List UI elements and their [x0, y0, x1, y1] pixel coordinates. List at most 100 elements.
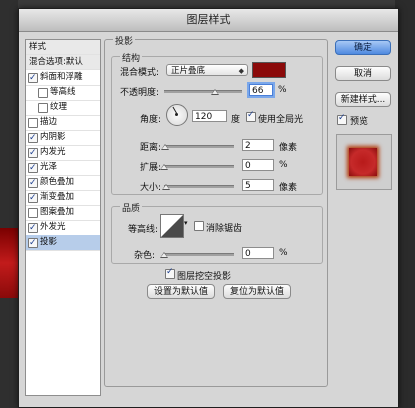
opacity-unit: %	[278, 85, 287, 95]
distance-label: 距离:	[140, 143, 162, 153]
sidebar-item[interactable]: 颜色叠加	[26, 175, 100, 191]
sidebar-item-checkbox[interactable]	[28, 236, 38, 250]
sidebar-item-checkbox[interactable]	[28, 176, 38, 190]
size-input[interactable]: 5	[242, 179, 274, 191]
set-default-button[interactable]: 设置为默认值	[147, 284, 215, 299]
ok-button[interactable]: 确定	[335, 40, 391, 55]
sidebar-item-checkbox[interactable]	[28, 146, 38, 160]
noise-input[interactable]: 0	[242, 247, 274, 259]
sidebar-item-label: 图案叠加	[40, 207, 75, 217]
shadow-color-swatch[interactable]	[252, 62, 286, 78]
sidebar-item[interactable]: 投影	[26, 235, 100, 251]
angle-input[interactable]: 120	[192, 110, 227, 122]
contour-label: 等高线:	[128, 225, 159, 235]
preview-checkbox[interactable]	[337, 113, 347, 125]
style-list: 样式混合选项:默认斜面和浮雕等高线纹理描边内阴影内发光光泽颜色叠加渐变叠加图案叠…	[25, 39, 101, 396]
sidebar-item-label: 光泽	[40, 162, 58, 172]
sidebar-item[interactable]: 样式	[26, 40, 100, 55]
sidebar-item[interactable]: 内阴影	[26, 130, 100, 146]
spread-slider-track[interactable]	[164, 165, 234, 168]
distance-input[interactable]: 2	[242, 139, 274, 151]
spread-input[interactable]: 0	[242, 159, 274, 171]
noise-slider-track[interactable]	[164, 253, 234, 256]
sidebar-item[interactable]: 纹理	[26, 100, 100, 116]
sidebar-item-label: 内阴影	[40, 132, 66, 142]
sidebar-item-checkbox[interactable]	[28, 118, 38, 128]
size-slider-thumb[interactable]	[162, 184, 171, 190]
sidebar-item-label: 渐变叠加	[40, 192, 75, 202]
reset-default-button[interactable]: 复位为默认值	[223, 284, 291, 299]
sidebar-item[interactable]: 光泽	[26, 160, 100, 176]
background-canvas-swatch	[0, 228, 18, 298]
sidebar-item-checkbox[interactable]	[38, 103, 48, 113]
new-style-button[interactable]: 新建样式...	[335, 92, 391, 107]
updown-arrow-icon: ◆	[238, 67, 244, 75]
spread-unit: %	[279, 160, 288, 170]
opacity-slider-thumb[interactable]	[211, 89, 220, 95]
knockout-checkbox[interactable]	[165, 267, 175, 279]
angle-dial-center	[175, 113, 178, 116]
sidebar-item[interactable]: 斜面和浮雕	[26, 70, 100, 86]
sidebar-item-label: 外发光	[40, 222, 66, 232]
structure-title: 结构	[120, 51, 143, 64]
opacity-slider-track[interactable]	[164, 90, 242, 93]
drop-shadow-panel: 投影 结构 混合模式: 正片叠底 ◆ 不透明度: 66 % 角度: 120 度 …	[104, 34, 328, 387]
quality-title: 品质	[120, 201, 143, 214]
angle-unit: 度	[231, 115, 241, 125]
opacity-label: 不透明度:	[120, 88, 160, 98]
contour-dropdown-icon[interactable]: ▾	[184, 219, 188, 227]
sidebar-item-checkbox[interactable]	[28, 131, 38, 145]
sidebar-item-checkbox[interactable]	[28, 71, 38, 85]
sidebar-item[interactable]: 等高线	[26, 85, 100, 101]
sidebar-item[interactable]: 图案叠加	[26, 205, 100, 221]
blend-mode-value: 正片叠底	[171, 66, 206, 76]
cancel-button[interactable]: 取消	[335, 66, 391, 81]
sidebar-item-checkbox[interactable]	[28, 161, 38, 175]
sidebar-item-checkbox[interactable]	[28, 191, 38, 205]
spread-label: 扩展:	[140, 163, 162, 173]
distance-slider-track[interactable]	[164, 145, 234, 148]
layer-style-dialog: 图层样式 样式混合选项:默认斜面和浮雕等高线纹理描边内阴影内发光光泽颜色叠加渐变…	[18, 8, 399, 408]
antialias-label: 消除锯齿	[206, 224, 243, 234]
structure-group: 结构 混合模式: 正片叠底 ◆ 不透明度: 66 % 角度: 120 度 使用全…	[111, 51, 323, 195]
dialog-title: 图层样式	[19, 9, 398, 32]
sidebar-item-label: 内发光	[40, 147, 66, 157]
sidebar-item[interactable]: 外发光	[26, 220, 100, 236]
sidebar-item-checkbox[interactable]	[28, 221, 38, 235]
angle-label: 角度:	[140, 115, 162, 125]
sidebar-item-label: 样式	[29, 42, 47, 52]
angle-dial[interactable]	[166, 104, 188, 126]
use-global-light-checkbox[interactable]	[246, 110, 256, 122]
noise-unit: %	[279, 248, 288, 258]
distance-unit: 像素	[279, 143, 298, 153]
size-unit: 像素	[279, 183, 298, 193]
blend-mode-label: 混合模式:	[120, 68, 160, 78]
contour-picker[interactable]	[160, 214, 184, 238]
antialias-checkbox[interactable]	[194, 221, 204, 231]
size-slider-track[interactable]	[164, 185, 234, 188]
sidebar-item-checkbox[interactable]	[28, 208, 38, 218]
spread-slider-thumb[interactable]	[160, 164, 168, 170]
sidebar-item-checkbox[interactable]	[38, 88, 48, 98]
background-left	[0, 0, 18, 408]
section-title-drop-shadow: 投影	[113, 34, 136, 47]
style-preview-swatch	[349, 148, 377, 176]
sidebar-item-label: 等高线	[50, 87, 76, 97]
use-global-light-label: 使用全局光	[258, 115, 304, 125]
noise-slider-thumb[interactable]	[160, 252, 168, 258]
blend-mode-select[interactable]: 正片叠底 ◆	[166, 64, 248, 76]
quality-group: 品质 等高线: ▾ 消除锯齿 杂色: 0 %	[111, 201, 323, 264]
size-label: 大小:	[140, 183, 162, 193]
style-preview	[336, 134, 392, 190]
sidebar-item[interactable]: 渐变叠加	[26, 190, 100, 206]
sidebar-item[interactable]: 混合选项:默认	[26, 55, 100, 70]
contour-preview-icon	[161, 215, 183, 237]
sidebar-item[interactable]: 内发光	[26, 145, 100, 161]
sidebar-item[interactable]: 描边	[26, 115, 100, 131]
preview-label: 预览	[350, 117, 369, 127]
opacity-input[interactable]: 66	[249, 84, 273, 96]
distance-slider-thumb[interactable]	[161, 144, 170, 150]
sidebar-item-label: 描边	[40, 117, 58, 127]
sidebar-item-label: 纹理	[50, 102, 68, 112]
sidebar-item-label: 斜面和浮雕	[40, 72, 83, 82]
